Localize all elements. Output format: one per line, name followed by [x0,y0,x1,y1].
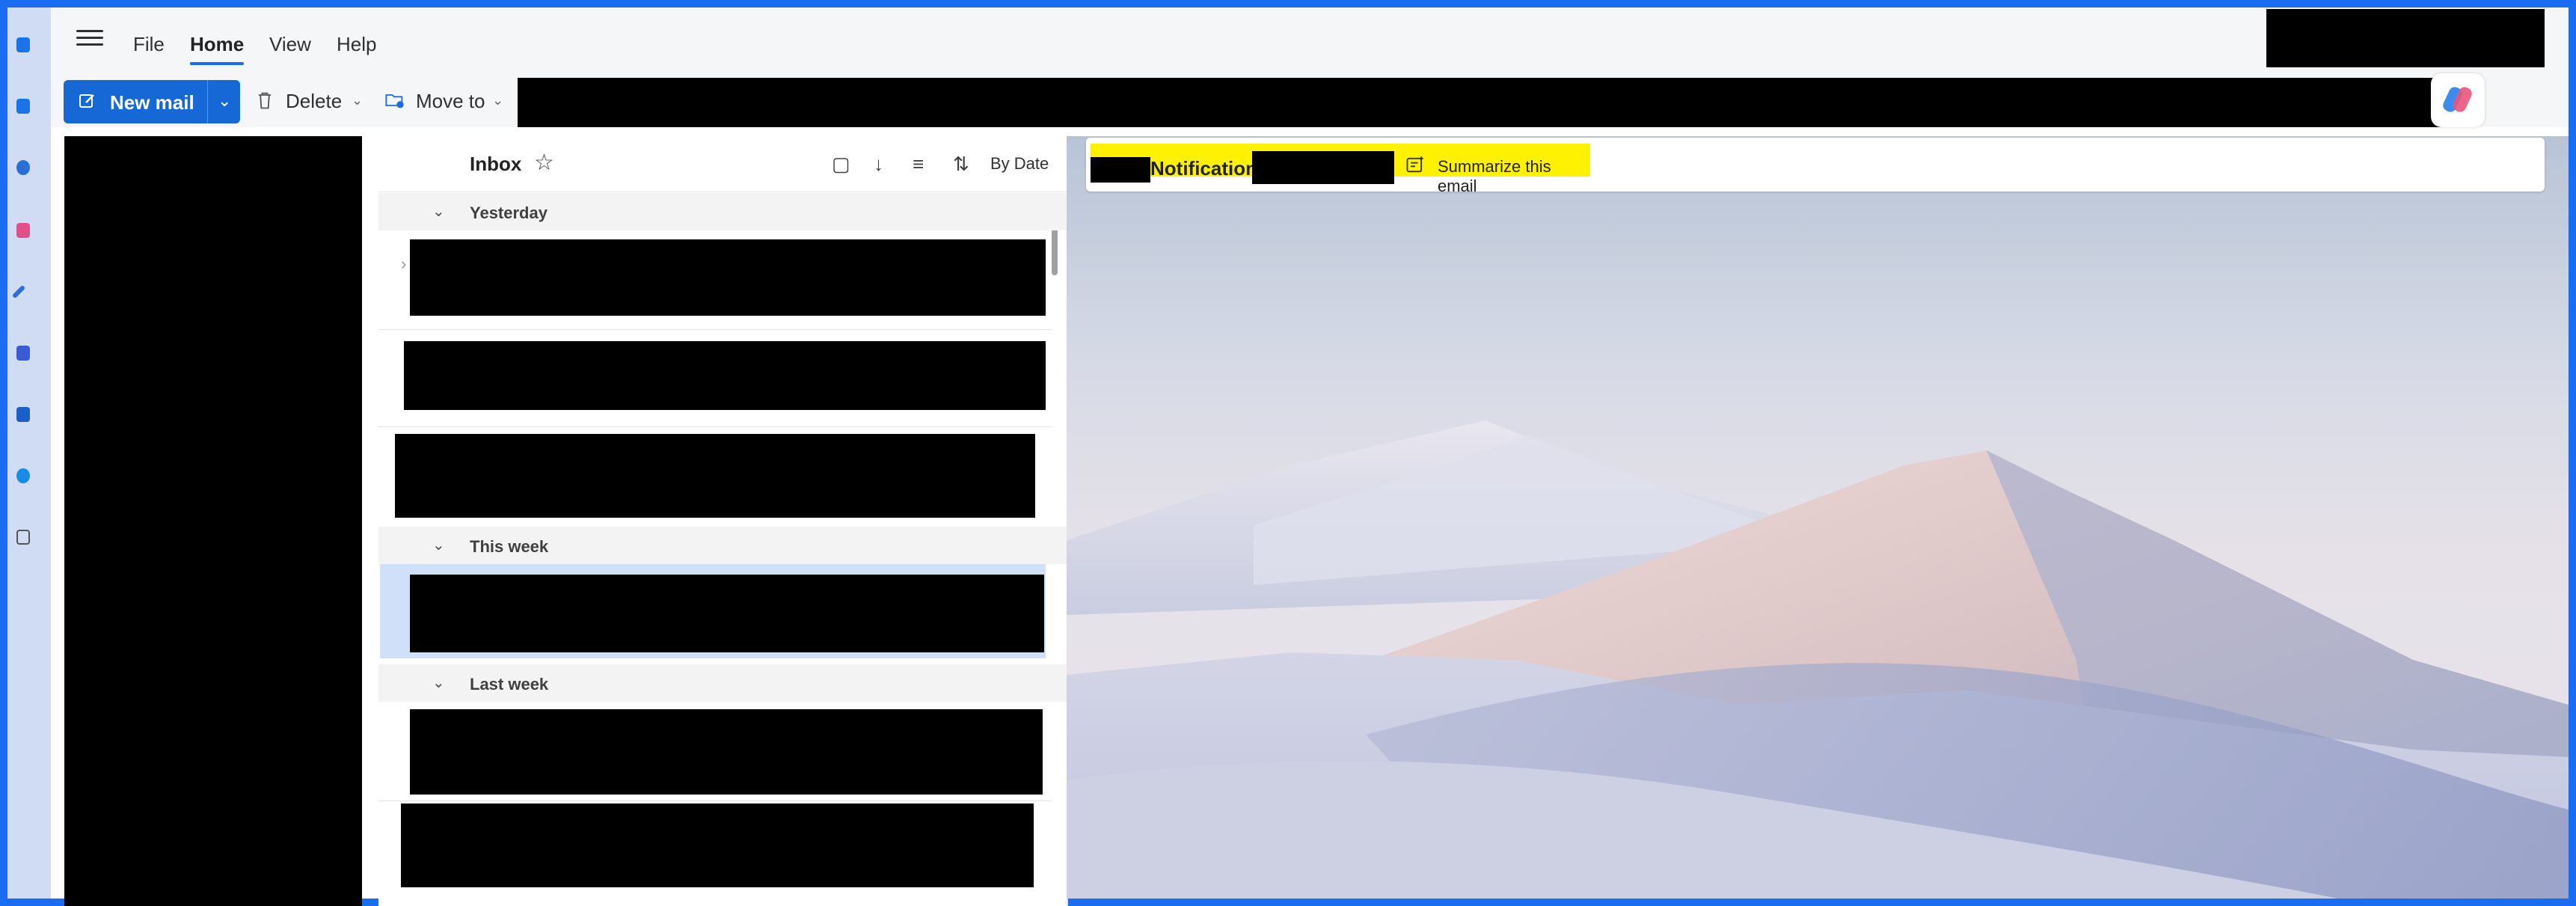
menu-help[interactable]: Help [337,33,376,56]
collapse-chevron-icon: ⌄ [432,537,445,554]
group-label: Yesterday [470,203,548,222]
reading-pane-background [1067,136,2569,899]
group-label: Last week [470,675,549,694]
mountain-landscape-image [1067,420,2569,899]
ribbon-toolbar: New mail ⌄ Delete ⌄ Move to ⌄ [51,67,2569,127]
collapse-chevron-icon: ⌄ [432,203,445,220]
message-list-pane: Inbox ☆ ▢ ↓ ≡ ⇅ By Date ▲ ⌄ Yesterday › … [378,136,1068,906]
row-divider [378,329,1052,330]
sort-by-date-button[interactable]: By Date [990,154,1049,174]
calendar-app-icon[interactable] [16,99,30,114]
sort-icon[interactable]: ⇅ [953,153,969,176]
row-divider [378,426,1052,427]
message-item-redacted-selected[interactable] [410,575,1044,652]
menu-view[interactable]: View [269,33,311,56]
move-to-folder-icon [385,94,404,108]
message-item-redacted[interactable] [410,709,1043,795]
select-icon[interactable]: ▢ [832,153,850,176]
new-mail-dropdown-icon[interactable]: ⌄ [218,91,231,111]
group-header-last-week[interactable]: ⌄ Last week [378,664,1067,702]
delete-button[interactable]: Delete [286,90,342,113]
redacted-header-area [2266,9,2545,67]
collapse-chevron-icon: ⌄ [432,675,445,691]
menu-bar: File Home View Help [51,7,2569,67]
filter-icon[interactable]: ≡ [913,153,924,176]
split-divider [207,80,208,123]
app-rail [7,7,51,899]
message-item-redacted[interactable] [404,341,1046,410]
menu-file[interactable]: File [133,33,165,56]
group-label: This week [470,537,549,556]
redacted-ribbon-area [518,78,2459,127]
delete-icon [258,92,272,109]
copilot-app-icon[interactable] [16,223,30,238]
people-app-icon[interactable] [16,160,30,175]
outlook-app-icon[interactable] [16,37,30,52]
summarize-email-button[interactable]: Summarize this email [1438,157,1590,196]
copilot-button[interactable] [2431,73,2485,127]
move-to-dropdown-icon[interactable]: ⌄ [492,93,503,108]
message-item-redacted[interactable] [410,239,1046,316]
compose-icon [79,94,94,108]
move-to-button[interactable]: Move to [416,90,485,113]
summarize-icon[interactable] [1405,154,1426,175]
highlight-marker: Notification Summarize this email [1091,144,1590,195]
redacted-text [1091,157,1150,183]
delete-dropdown-icon[interactable]: ⌄ [352,93,363,108]
favorite-star-icon[interactable]: ☆ [534,150,554,176]
message-list-header: Inbox ☆ ▢ ↓ ≡ ⇅ By Date [378,136,1067,192]
folder-title: Inbox [470,153,522,175]
word-app-icon[interactable] [16,407,30,422]
new-mail-label: New mail [110,91,194,114]
menu-home[interactable]: Home [190,33,245,65]
group-header-this-week[interactable]: ⌄ This week [378,527,1067,564]
onedrive-app-icon[interactable] [16,468,30,483]
hamburger-menu-icon[interactable] [76,27,103,48]
apps-app-icon[interactable] [16,530,30,545]
notification-label: Notification [1150,157,1257,180]
redacted-text [1252,151,1394,184]
folder-pane-redacted [64,136,362,906]
teams-app-icon[interactable] [16,346,30,361]
todo-app-icon[interactable] [11,284,26,299]
jump-to-icon[interactable]: ↓ [874,153,883,176]
group-header-yesterday[interactable]: ⌄ Yesterday [378,193,1067,230]
notification-bar: Notification Summarize this email [1086,138,2545,195]
new-mail-button[interactable]: New mail ⌄ [64,80,240,123]
expand-thread-icon[interactable]: › [401,254,406,274]
message-item-redacted[interactable] [395,434,1035,518]
command-area: File Home View Help New mail ⌄ Delete ⌄ … [51,7,2569,127]
message-item-redacted[interactable] [401,804,1034,887]
